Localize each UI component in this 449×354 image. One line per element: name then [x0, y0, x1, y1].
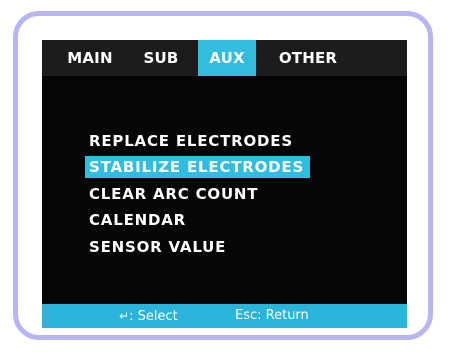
enter-arrow-icon: ↵	[119, 309, 130, 323]
select-hint: ↵: Select	[119, 304, 178, 328]
menu-item-stabilize-electrodes[interactable]: STABILIZE ELECTRODES	[85, 156, 311, 178]
tab-other[interactable]: OTHER	[272, 40, 344, 76]
menu-item-calendar[interactable]: CALENDAR	[89, 209, 186, 231]
tab-sub[interactable]: SUB	[136, 40, 186, 76]
select-hint-label: : Select	[129, 309, 178, 324]
return-hint: Esc: Return	[235, 308, 309, 323]
status-bar: ↵: Select Esc: Return	[42, 304, 407, 328]
tab-main[interactable]: MAIN	[62, 40, 118, 76]
menu-item-clear-arc-count[interactable]: CLEAR ARC COUNT	[89, 183, 258, 205]
menu-item-sensor-value[interactable]: SENSOR VALUE	[89, 236, 226, 258]
device-screen: MAIN SUB AUX OTHER REPLACE ELECTRODES ST…	[42, 40, 407, 328]
menu-item-replace-electrodes[interactable]: REPLACE ELECTRODES	[89, 130, 293, 152]
tab-bar: MAIN SUB AUX OTHER	[42, 40, 407, 76]
aux-menu: REPLACE ELECTRODES STABILIZE ELECTRODES …	[42, 76, 407, 306]
tab-aux[interactable]: AUX	[198, 40, 256, 76]
